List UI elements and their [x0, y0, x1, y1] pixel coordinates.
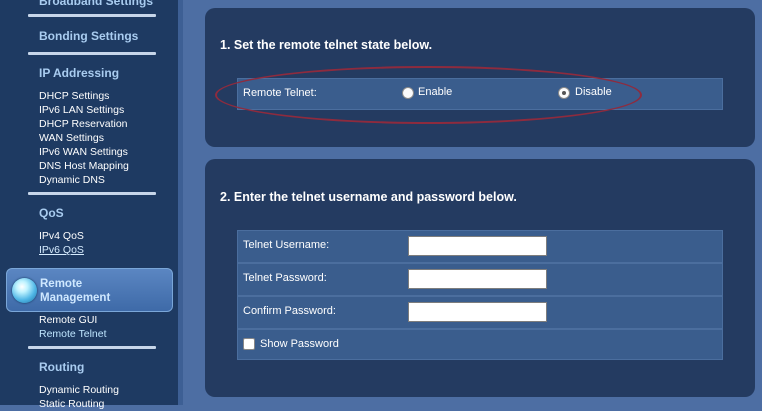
remote-management-label-line2: Management [40, 292, 111, 304]
sidebar-section-ip-addressing[interactable]: IP Addressing [39, 66, 119, 80]
remote-telnet-label: Remote Telnet: [243, 87, 317, 99]
sidebar-section-routing[interactable]: Routing [39, 360, 84, 374]
sidebar-link-remote-telnet[interactable]: Remote Telnet [39, 327, 107, 341]
enable-radio[interactable] [402, 87, 414, 99]
sidebar-section-qos[interactable]: QoS [39, 206, 64, 220]
globe-orb-icon [12, 278, 37, 303]
telnet-credentials-panel: 2. Enter the telnet username and passwor… [205, 159, 755, 397]
sidebar-item-broadband-settings[interactable]: Broadband Settings [39, 0, 153, 8]
sidebar-link-dns-host-mapping[interactable]: DNS Host Mapping [39, 159, 129, 173]
remote-management-label: Remote Management [40, 277, 110, 305]
telnet-password-label: Telnet Password: [243, 272, 327, 284]
remote-telnet-row: Remote Telnet: Enable Disable [237, 78, 723, 110]
sidebar-link-ipv4-qos[interactable]: IPv4 QoS [39, 229, 84, 243]
sidebar-link-dynamic-routing[interactable]: Dynamic Routing [39, 383, 119, 397]
confirm-password-label: Confirm Password: [243, 305, 336, 317]
sidebar-link-ipv6-lan-settings[interactable]: IPv6 LAN Settings [39, 103, 124, 117]
sidebar-link-wan-settings[interactable]: WAN Settings [39, 131, 104, 145]
step1-heading: 1. Set the remote telnet state below. [220, 38, 433, 52]
sidebar-divider [28, 192, 156, 195]
sidebar-item-bonding-settings[interactable]: Bonding Settings [39, 29, 138, 43]
disable-radio[interactable] [558, 87, 570, 99]
remote-telnet-state-panel: 1. Set the remote telnet state below. Re… [205, 8, 755, 147]
show-password-row: Show Password [237, 329, 723, 360]
sidebar-link-dhcp-reservation[interactable]: DHCP Reservation [39, 117, 128, 131]
disable-radio-label[interactable]: Disable [575, 86, 612, 98]
enable-radio-label[interactable]: Enable [418, 86, 452, 98]
show-password-label[interactable]: Show Password [260, 338, 339, 350]
sidebar-divider [28, 52, 156, 55]
remote-management-label-line1: Remote [40, 278, 83, 290]
sidebar-divider [28, 346, 156, 349]
sidebar-link-ipv6-wan-settings[interactable]: IPv6 WAN Settings [39, 145, 128, 159]
confirm-password-input[interactable] [408, 302, 547, 322]
sidebar-section-remote-management[interactable]: Remote Management [6, 268, 173, 312]
telnet-username-label: Telnet Username: [243, 239, 330, 251]
sidebar-link-ipv6-qos[interactable]: IPv6 QoS [39, 243, 84, 257]
telnet-password-row: Telnet Password: [237, 263, 723, 296]
telnet-password-input[interactable] [408, 269, 547, 289]
sidebar-nav: Broadband Settings Bonding Settings IP A… [0, 0, 183, 410]
sidebar-link-remote-gui[interactable]: Remote GUI [39, 313, 97, 327]
sidebar-divider [28, 14, 156, 17]
step2-heading: 2. Enter the telnet username and passwor… [220, 190, 517, 204]
show-password-checkbox[interactable] [243, 338, 255, 350]
sidebar-link-dhcp-settings[interactable]: DHCP Settings [39, 89, 109, 103]
sidebar-link-dynamic-dns[interactable]: Dynamic DNS [39, 173, 105, 187]
sidebar-link-static-routing[interactable]: Static Routing [39, 397, 104, 411]
telnet-username-input[interactable] [408, 236, 547, 256]
confirm-password-row: Confirm Password: [237, 296, 723, 329]
telnet-username-row: Telnet Username: [237, 230, 723, 263]
